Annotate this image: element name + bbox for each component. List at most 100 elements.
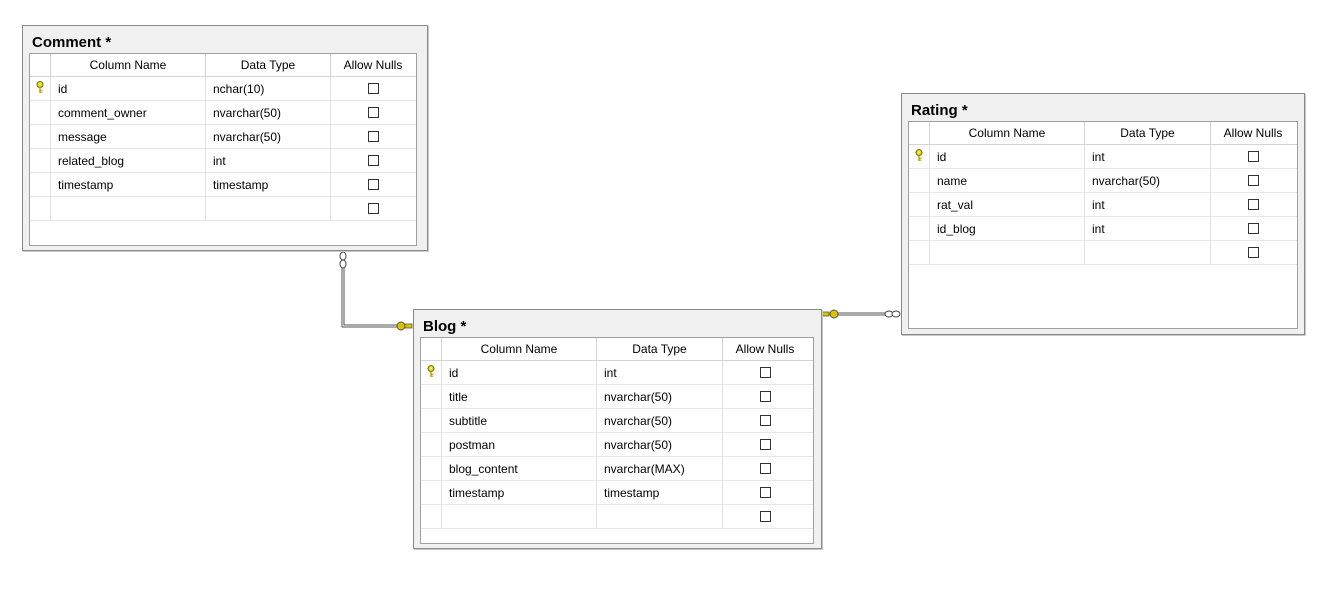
table-blog[interactable]: Blog * Column Name Data Type Allow Nulls id… bbox=[413, 309, 822, 549]
allow-nulls-checkbox[interactable] bbox=[759, 391, 771, 402]
table-row[interactable]: postman nvarchar(50) bbox=[421, 433, 813, 457]
allow-nulls-checkbox[interactable] bbox=[759, 463, 771, 474]
data-type-cell[interactable]: nchar(10) bbox=[206, 77, 331, 100]
data-type-cell[interactable]: nvarchar(50) bbox=[597, 385, 723, 408]
table-row[interactable]: rat_val int bbox=[909, 193, 1297, 217]
column-name-cell[interactable]: id bbox=[442, 361, 597, 384]
table-row[interactable] bbox=[909, 241, 1297, 265]
column-name-cell[interactable]: id bbox=[51, 77, 206, 100]
data-type-cell[interactable]: nvarchar(50) bbox=[597, 409, 723, 432]
column-name-cell[interactable] bbox=[51, 197, 206, 220]
column-name-cell[interactable]: related_blog bbox=[51, 149, 206, 172]
data-type-cell[interactable]: int bbox=[1085, 145, 1211, 168]
row-selector[interactable] bbox=[30, 197, 51, 220]
data-type-cell[interactable] bbox=[597, 505, 723, 528]
allow-nulls-checkbox[interactable] bbox=[1247, 175, 1259, 186]
table-row[interactable] bbox=[30, 197, 416, 221]
allow-nulls-checkbox[interactable] bbox=[759, 487, 771, 498]
table-row[interactable]: timestamp timestamp bbox=[421, 481, 813, 505]
column-name-cell[interactable]: message bbox=[51, 125, 206, 148]
allow-nulls-cell bbox=[331, 101, 415, 124]
column-name-cell[interactable] bbox=[930, 241, 1085, 264]
table-row[interactable]: title nvarchar(50) bbox=[421, 385, 813, 409]
allow-nulls-checkbox[interactable] bbox=[1247, 247, 1259, 258]
row-selector[interactable] bbox=[30, 125, 51, 148]
column-name-cell[interactable]: blog_content bbox=[442, 457, 597, 480]
column-name-cell[interactable]: name bbox=[930, 169, 1085, 192]
column-name-cell[interactable]: timestamp bbox=[442, 481, 597, 504]
table-row[interactable]: id int bbox=[421, 361, 813, 385]
allow-nulls-checkbox[interactable] bbox=[367, 83, 379, 94]
row-selector[interactable] bbox=[30, 101, 51, 124]
row-selector[interactable] bbox=[421, 505, 442, 528]
table-row[interactable]: id_blog int bbox=[909, 217, 1297, 241]
table-row[interactable]: subtitle nvarchar(50) bbox=[421, 409, 813, 433]
row-selector[interactable] bbox=[30, 77, 51, 100]
data-type-cell[interactable]: nvarchar(50) bbox=[597, 433, 723, 456]
row-selector[interactable] bbox=[909, 193, 930, 216]
data-type-cell[interactable] bbox=[1085, 241, 1211, 264]
allow-nulls-checkbox[interactable] bbox=[367, 107, 379, 118]
row-selector[interactable] bbox=[30, 173, 51, 196]
column-name-cell[interactable]: rat_val bbox=[930, 193, 1085, 216]
table-row[interactable]: comment_owner nvarchar(50) bbox=[30, 101, 416, 125]
column-name-header: Column Name bbox=[930, 122, 1085, 144]
row-selector[interactable] bbox=[30, 149, 51, 172]
data-type-cell[interactable]: timestamp bbox=[597, 481, 723, 504]
data-type-cell[interactable]: nvarchar(50) bbox=[206, 125, 331, 148]
column-header-row: Column Name Data Type Allow Nulls bbox=[30, 54, 416, 77]
relationship-rating-blog[interactable] bbox=[821, 309, 901, 319]
column-name-cell[interactable]: id bbox=[930, 145, 1085, 168]
column-name-cell[interactable]: comment_owner bbox=[51, 101, 206, 124]
allow-nulls-checkbox[interactable] bbox=[367, 131, 379, 142]
row-selector[interactable] bbox=[909, 169, 930, 192]
allow-nulls-checkbox[interactable] bbox=[759, 439, 771, 450]
column-name-cell[interactable]: timestamp bbox=[51, 173, 206, 196]
table-row[interactable]: related_blog int bbox=[30, 149, 416, 173]
allow-nulls-checkbox[interactable] bbox=[1247, 223, 1259, 234]
table-row[interactable]: name nvarchar(50) bbox=[909, 169, 1297, 193]
data-type-cell[interactable]: int bbox=[1085, 217, 1211, 240]
data-type-cell[interactable]: nvarchar(MAX) bbox=[597, 457, 723, 480]
row-selector[interactable] bbox=[421, 433, 442, 456]
allow-nulls-checkbox[interactable] bbox=[367, 155, 379, 166]
data-type-cell[interactable]: timestamp bbox=[206, 173, 331, 196]
data-type-cell[interactable]: nvarchar(50) bbox=[1085, 169, 1211, 192]
data-type-cell[interactable]: int bbox=[206, 149, 331, 172]
row-selector[interactable] bbox=[909, 145, 930, 168]
relationship-comment-blog[interactable] bbox=[339, 251, 413, 331]
allow-nulls-checkbox[interactable] bbox=[759, 415, 771, 426]
table-rating[interactable]: Rating * Column Name Data Type Allow Nulls… bbox=[901, 93, 1305, 335]
row-selector[interactable] bbox=[909, 241, 930, 264]
data-type-header: Data Type bbox=[1085, 122, 1211, 144]
allow-nulls-checkbox[interactable] bbox=[759, 367, 771, 378]
row-selector[interactable] bbox=[421, 361, 442, 384]
data-type-cell[interactable]: nvarchar(50) bbox=[206, 101, 331, 124]
allow-nulls-cell bbox=[1211, 145, 1295, 168]
allow-nulls-checkbox[interactable] bbox=[367, 179, 379, 190]
table-row[interactable] bbox=[421, 505, 813, 529]
column-name-cell[interactable]: title bbox=[442, 385, 597, 408]
data-type-cell[interactable]: int bbox=[1085, 193, 1211, 216]
row-selector[interactable] bbox=[421, 409, 442, 432]
allow-nulls-checkbox[interactable] bbox=[1247, 151, 1259, 162]
table-row[interactable]: id nchar(10) bbox=[30, 77, 416, 101]
allow-nulls-checkbox[interactable] bbox=[1247, 199, 1259, 210]
table-comment[interactable]: Comment * Column Name Data Type Allow Null… bbox=[22, 25, 428, 251]
row-selector[interactable] bbox=[421, 385, 442, 408]
data-type-cell[interactable]: int bbox=[597, 361, 723, 384]
row-selector[interactable] bbox=[421, 481, 442, 504]
allow-nulls-checkbox[interactable] bbox=[367, 203, 379, 214]
allow-nulls-checkbox[interactable] bbox=[759, 511, 771, 522]
data-type-cell[interactable] bbox=[206, 197, 331, 220]
table-row[interactable]: timestamp timestamp bbox=[30, 173, 416, 197]
column-name-cell[interactable]: postman bbox=[442, 433, 597, 456]
table-row[interactable]: id int bbox=[909, 145, 1297, 169]
column-name-cell[interactable]: subtitle bbox=[442, 409, 597, 432]
table-row[interactable]: message nvarchar(50) bbox=[30, 125, 416, 149]
row-selector[interactable] bbox=[909, 217, 930, 240]
column-name-cell[interactable] bbox=[442, 505, 597, 528]
row-selector[interactable] bbox=[421, 457, 442, 480]
table-row[interactable]: blog_content nvarchar(MAX) bbox=[421, 457, 813, 481]
column-name-cell[interactable]: id_blog bbox=[930, 217, 1085, 240]
